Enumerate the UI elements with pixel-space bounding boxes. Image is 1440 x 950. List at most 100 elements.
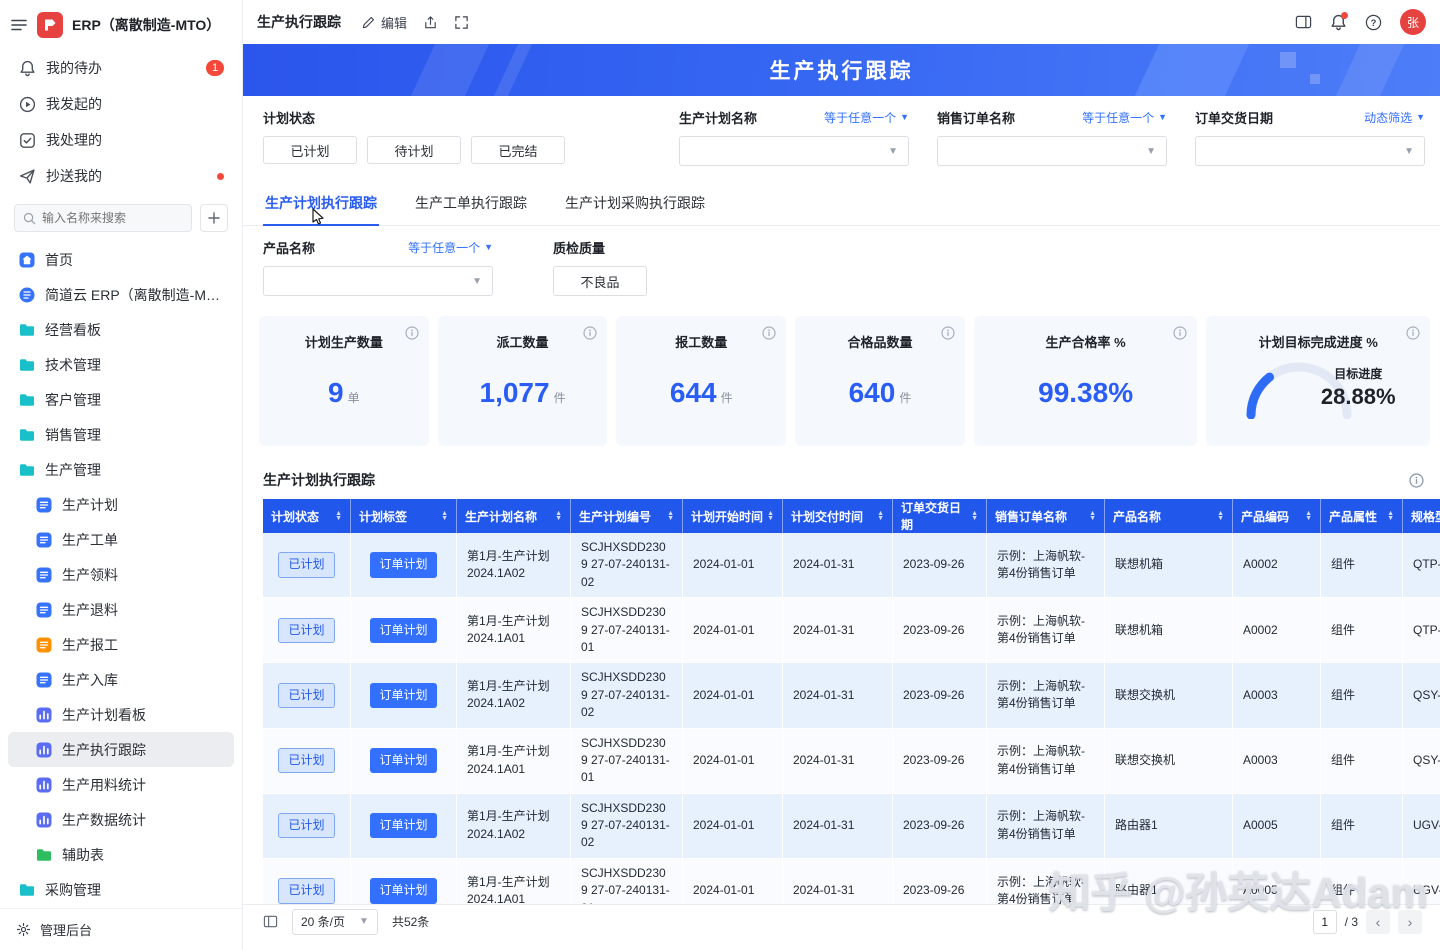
sidebar-item-cc[interactable]: 抄送我的: [8, 158, 234, 194]
delivery-date-operator-dropdown[interactable]: 动态筛选▼: [1364, 109, 1425, 126]
column-header[interactable]: 订单交货日期▲▼: [893, 499, 987, 533]
sort-icon[interactable]: ▲▼: [1305, 511, 1312, 521]
plan-tag-button[interactable]: 订单计划: [370, 683, 436, 708]
tab-plan-execution[interactable]: 生产计划执行跟踪: [263, 182, 379, 226]
sidebar-nav-item[interactable]: 生产管理: [8, 452, 234, 487]
menu-toggle-icon[interactable]: [10, 16, 28, 34]
plan-name-select[interactable]: ▼: [679, 136, 909, 166]
sort-icon[interactable]: ▲▼: [1089, 511, 1096, 521]
page-size-select[interactable]: 20 条/页 ▼: [292, 909, 378, 935]
plan-tag-button[interactable]: 订单计划: [370, 618, 436, 643]
nav-item-label: 辅助表: [62, 845, 104, 865]
sidebar-nav-item[interactable]: 采购管理: [8, 872, 234, 907]
plan-tag-button[interactable]: 订单计划: [370, 552, 436, 577]
plan-status-option-3[interactable]: 已完结: [471, 136, 565, 164]
panel-toggle-icon[interactable]: [1295, 14, 1312, 30]
plan-status-option-2[interactable]: 待计划: [367, 136, 461, 164]
sidebar-item-processed[interactable]: 我处理的: [8, 122, 234, 158]
sort-icon[interactable]: ▲▼: [971, 511, 978, 521]
sidebar-nav-item[interactable]: 生产工单: [8, 522, 234, 557]
sidebar-item-initiated[interactable]: 我发起的: [8, 86, 234, 122]
sidebar-nav-item[interactable]: 生产退料: [8, 592, 234, 627]
table-cell: 第1月-生产计划 2024.1A01: [457, 729, 571, 794]
sidebar-nav-item[interactable]: 辅助表: [8, 837, 234, 872]
sidebar-nav-item[interactable]: 简道云 ERP（离散制造-MTO）…: [8, 277, 234, 312]
sort-icon[interactable]: ▲▼: [441, 511, 448, 521]
sidebar-nav-item[interactable]: 经营看板: [8, 312, 234, 347]
add-button[interactable]: [200, 204, 228, 232]
search-input[interactable]: [42, 211, 183, 225]
table-cell: 已计划: [263, 794, 351, 859]
plan-tag-button[interactable]: 订单计划: [370, 878, 436, 903]
column-header[interactable]: 生产计划编号▲▼: [571, 499, 683, 533]
column-header[interactable]: 产品编码▲▼: [1233, 499, 1321, 533]
column-header[interactable]: 计划状态 ▲▼: [263, 499, 351, 533]
sidebar-nav-item[interactable]: 生产数据统计: [8, 802, 234, 837]
column-header[interactable]: 销售订单名称▲▼: [987, 499, 1105, 533]
sidebar-nav-item[interactable]: 生产执行跟踪: [8, 732, 234, 767]
column-header[interactable]: 规格型号▲▼: [1403, 499, 1440, 533]
table-cell: SCJHXSDD2309 27-07-240131-01: [571, 729, 683, 794]
sidebar-nav-item[interactable]: 生产用料统计: [8, 767, 234, 802]
table-cell: 示例：上海帆软-第4份销售订单: [987, 729, 1105, 794]
prev-page-button[interactable]: ‹: [1366, 910, 1390, 934]
tab-purchase-execution[interactable]: 生产计划采购执行跟踪: [563, 182, 707, 225]
sales-order-operator-dropdown[interactable]: 等于任意一个▼: [1082, 109, 1167, 126]
sidebar-search[interactable]: [14, 204, 192, 232]
sort-icon[interactable]: ▲▼: [1217, 511, 1224, 521]
edit-button[interactable]: 编辑: [361, 13, 407, 32]
notifications-button[interactable]: [1330, 14, 1347, 31]
sidebar-nav-item[interactable]: 生产领料: [8, 557, 234, 592]
sort-icon[interactable]: ▲▼: [555, 511, 562, 521]
current-page-input[interactable]: 1: [1313, 910, 1337, 934]
sort-icon[interactable]: ▲▼: [877, 511, 884, 521]
form-blue-icon: [35, 671, 53, 689]
sidebar-nav-item[interactable]: 生产计划: [8, 487, 234, 522]
column-label: 计划状态: [271, 508, 319, 525]
sales-order-select[interactable]: ▼: [937, 136, 1167, 166]
sort-icon[interactable]: ▲▼: [1387, 511, 1394, 521]
plan-tag-button[interactable]: 订单计划: [370, 748, 436, 773]
column-header[interactable]: 生产计划名称▲▼: [457, 499, 571, 533]
tab-workorder-execution[interactable]: 生产工单执行跟踪: [413, 182, 529, 225]
sidebar-item-todo[interactable]: 我的待办1: [8, 50, 234, 86]
next-page-button[interactable]: ›: [1398, 910, 1422, 934]
table-cell: 组件: [1321, 729, 1403, 794]
product-operator-dropdown[interactable]: 等于任意一个▼: [408, 239, 493, 256]
plan-name-operator-dropdown[interactable]: 等于任意一个▼: [824, 109, 909, 126]
product-name-label: 产品名称: [263, 238, 315, 257]
column-header[interactable]: 产品属性▲▼: [1321, 499, 1403, 533]
table-display-icon[interactable]: [263, 914, 278, 929]
product-name-select[interactable]: ▼: [263, 266, 493, 296]
column-header[interactable]: 计划交付时间▲▼: [783, 499, 893, 533]
column-header[interactable]: 产品名称 ▲▼: [1105, 499, 1233, 533]
plan-status-label: 计划状态: [263, 108, 315, 127]
sidebar-nav-item[interactable]: 生产计划看板: [8, 697, 234, 732]
info-icon: [941, 326, 955, 340]
sidebar-nav-item[interactable]: 生产入库: [8, 662, 234, 697]
avatar[interactable]: 张: [1400, 9, 1426, 35]
stat-value: 9单: [328, 377, 360, 409]
plan-tag-button[interactable]: 订单计划: [370, 813, 436, 838]
sort-icon[interactable]: ▲▼: [335, 511, 342, 521]
table-cell: 联想交换机: [1105, 663, 1233, 728]
delivery-date-select[interactable]: ▼: [1195, 136, 1425, 166]
sidebar-nav-item[interactable]: 生产报工: [8, 627, 234, 662]
sidebar-nav-item[interactable]: 销售管理: [8, 417, 234, 452]
info-icon[interactable]: [1409, 473, 1424, 488]
sidebar-nav-item[interactable]: 首页: [8, 242, 234, 277]
column-header[interactable]: 计划开始时间▲▼: [683, 499, 783, 533]
plan-status-option-1[interactable]: 已计划: [263, 136, 357, 164]
column-label: 产品名称: [1113, 508, 1161, 525]
sidebar-nav-item[interactable]: 客户管理: [8, 382, 234, 417]
admin-console-button[interactable]: 管理后台: [0, 908, 242, 950]
sort-icon[interactable]: ▲▼: [767, 511, 774, 521]
help-button[interactable]: ?: [1365, 14, 1382, 31]
chevron-down-icon: ▼: [1416, 113, 1425, 122]
defective-filter-button[interactable]: 不良品: [553, 266, 647, 296]
column-header[interactable]: 计划标签▲▼: [351, 499, 457, 533]
sidebar-nav-item[interactable]: 技术管理: [8, 347, 234, 382]
fullscreen-button[interactable]: [454, 15, 469, 30]
share-button[interactable]: [423, 15, 438, 30]
sort-icon[interactable]: ▲▼: [667, 511, 674, 521]
